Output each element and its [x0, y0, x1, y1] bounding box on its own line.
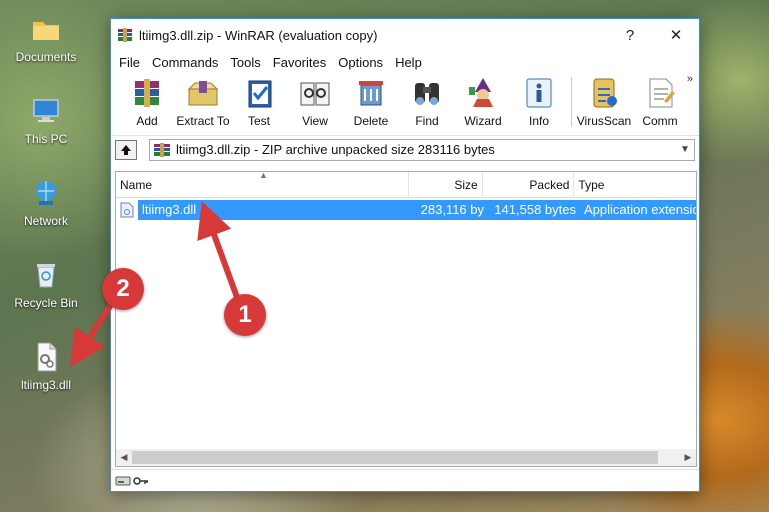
wizard-button[interactable]: Wizard	[455, 73, 511, 128]
file-name: ltiimg3.dll	[138, 200, 414, 220]
menu-favorites[interactable]: Favorites	[267, 55, 332, 70]
tool-label: VirusScan	[576, 114, 632, 128]
wizard-icon	[469, 78, 493, 107]
help-button[interactable]: ?	[607, 19, 653, 51]
scroll-right-icon[interactable]: ▶	[680, 452, 696, 463]
delete-icon	[359, 81, 383, 106]
desktop-icon-label: Network	[23, 214, 68, 228]
file-type: Application extension	[580, 200, 696, 220]
dll-file-icon	[120, 202, 134, 218]
toolbar-overflow-button[interactable]: »	[687, 73, 693, 85]
recycle-bin-icon	[29, 258, 63, 292]
toolbar: Add Extract To Test View Delete Find Wiz…	[111, 73, 699, 135]
toolbar-separator	[571, 77, 572, 127]
selected-row-highlight: ltiimg3.dll 283,116 by 141,558 bytes App…	[116, 200, 696, 220]
add-archive-icon	[135, 79, 159, 107]
up-arrow-icon	[121, 144, 131, 155]
tool-label: Extract To	[176, 114, 230, 128]
desktop-icon-label: Recycle Bin	[14, 296, 78, 310]
step-marker-1: 1	[224, 294, 266, 336]
file-list[interactable]: ▲ Name Size Packed Type ltiimg3.dll 283,…	[115, 171, 697, 467]
archive-path-text: ltiimg3.dll.zip - ZIP archive unpacked s…	[176, 142, 495, 157]
desktop-icon-network[interactable]: Network	[8, 176, 84, 228]
dll-file-icon	[29, 340, 63, 374]
zip-archive-icon	[154, 142, 170, 157]
desktop-icon-this-pc[interactable]: This PC	[8, 94, 84, 146]
info-icon	[526, 78, 552, 108]
column-header-type[interactable]: Type	[574, 172, 696, 197]
menu-options[interactable]: Options	[332, 55, 389, 70]
virusscan-icon	[593, 78, 617, 108]
view-icon	[300, 82, 330, 106]
file-packed: 141,558 bytes	[488, 200, 580, 220]
path-bar: ltiimg3.dll.zip - ZIP archive unpacked s…	[111, 135, 699, 163]
folder-icon	[29, 12, 63, 46]
close-button[interactable]: ✕	[653, 19, 699, 51]
tool-label: Wizard	[464, 114, 502, 128]
column-header-packed[interactable]: Packed	[483, 172, 575, 197]
menu-file[interactable]: File	[113, 55, 146, 70]
menu-tools[interactable]: Tools	[224, 55, 266, 70]
menu-help[interactable]: Help	[389, 55, 428, 70]
add-button[interactable]: Add	[119, 73, 175, 128]
menu-bar: File Commands Tools Favorites Options He…	[111, 51, 699, 73]
tool-label: Delete	[353, 114, 389, 128]
tool-label: Find	[415, 114, 439, 128]
extract-to-button[interactable]: Extract To	[175, 73, 231, 128]
step-marker-2: 2	[102, 268, 144, 310]
sort-indicator-icon: ▲	[259, 171, 268, 180]
file-list-header: ▲ Name Size Packed Type	[116, 172, 696, 198]
tool-label: Comm	[642, 114, 678, 128]
extract-icon	[187, 81, 219, 106]
scroll-track[interactable]	[132, 451, 680, 464]
comment-icon	[649, 78, 675, 108]
horizontal-scrollbar[interactable]: ◀ ▶	[116, 449, 696, 466]
computer-icon	[29, 94, 63, 128]
window-title: ltiimg3.dll.zip - WinRAR (evaluation cop…	[139, 27, 378, 43]
desktop-icon-label: Documents	[15, 50, 77, 64]
tool-label: View	[302, 114, 328, 128]
virusscan-button[interactable]: VirusScan	[576, 73, 632, 128]
desktop-icon-recycle-bin[interactable]: Recycle Bin	[8, 258, 84, 310]
desktop-icon-label: This PC	[24, 132, 68, 146]
view-button[interactable]: View	[287, 73, 343, 128]
find-button[interactable]: Find	[399, 73, 455, 128]
chevron-down-icon[interactable]: ▼	[676, 144, 694, 155]
winrar-window: ltiimg3.dll.zip - WinRAR (evaluation cop…	[110, 18, 700, 492]
delete-button[interactable]: Delete	[343, 73, 399, 128]
desktop-icon-label: ltiimg3.dll	[20, 378, 71, 392]
desktop-icon-dll-file[interactable]: ltiimg3.dll	[8, 340, 84, 392]
winrar-app-icon	[118, 28, 132, 42]
tool-label: Info	[528, 114, 549, 128]
info-button[interactable]: Info	[511, 73, 567, 128]
status-bar	[111, 469, 699, 491]
scroll-left-icon[interactable]: ◀	[116, 452, 132, 463]
find-icon	[415, 83, 439, 105]
file-size: 283,116 by	[414, 200, 488, 220]
up-folder-button[interactable]	[115, 139, 137, 160]
desktop-icon-documents[interactable]: Documents	[8, 12, 84, 64]
table-row[interactable]: ltiimg3.dll 283,116 by 141,558 bytes App…	[116, 199, 696, 221]
menu-commands[interactable]: Commands	[146, 55, 224, 70]
comment-button[interactable]: Comm	[632, 73, 688, 128]
tool-label: Test	[247, 114, 270, 128]
archive-path-dropdown[interactable]: ltiimg3.dll.zip - ZIP archive unpacked s…	[149, 138, 695, 161]
drive-icon[interactable]	[115, 475, 131, 487]
arrow-to-desktop-file	[70, 298, 117, 368]
title-bar[interactable]: ltiimg3.dll.zip - WinRAR (evaluation cop…	[111, 19, 699, 51]
column-header-size[interactable]: Size	[409, 172, 483, 197]
test-icon	[248, 80, 272, 108]
network-icon	[29, 176, 63, 210]
scroll-thumb[interactable]	[132, 451, 659, 464]
key-icon[interactable]	[133, 475, 149, 487]
test-button[interactable]: Test	[231, 73, 287, 128]
tool-label: Add	[136, 114, 158, 128]
